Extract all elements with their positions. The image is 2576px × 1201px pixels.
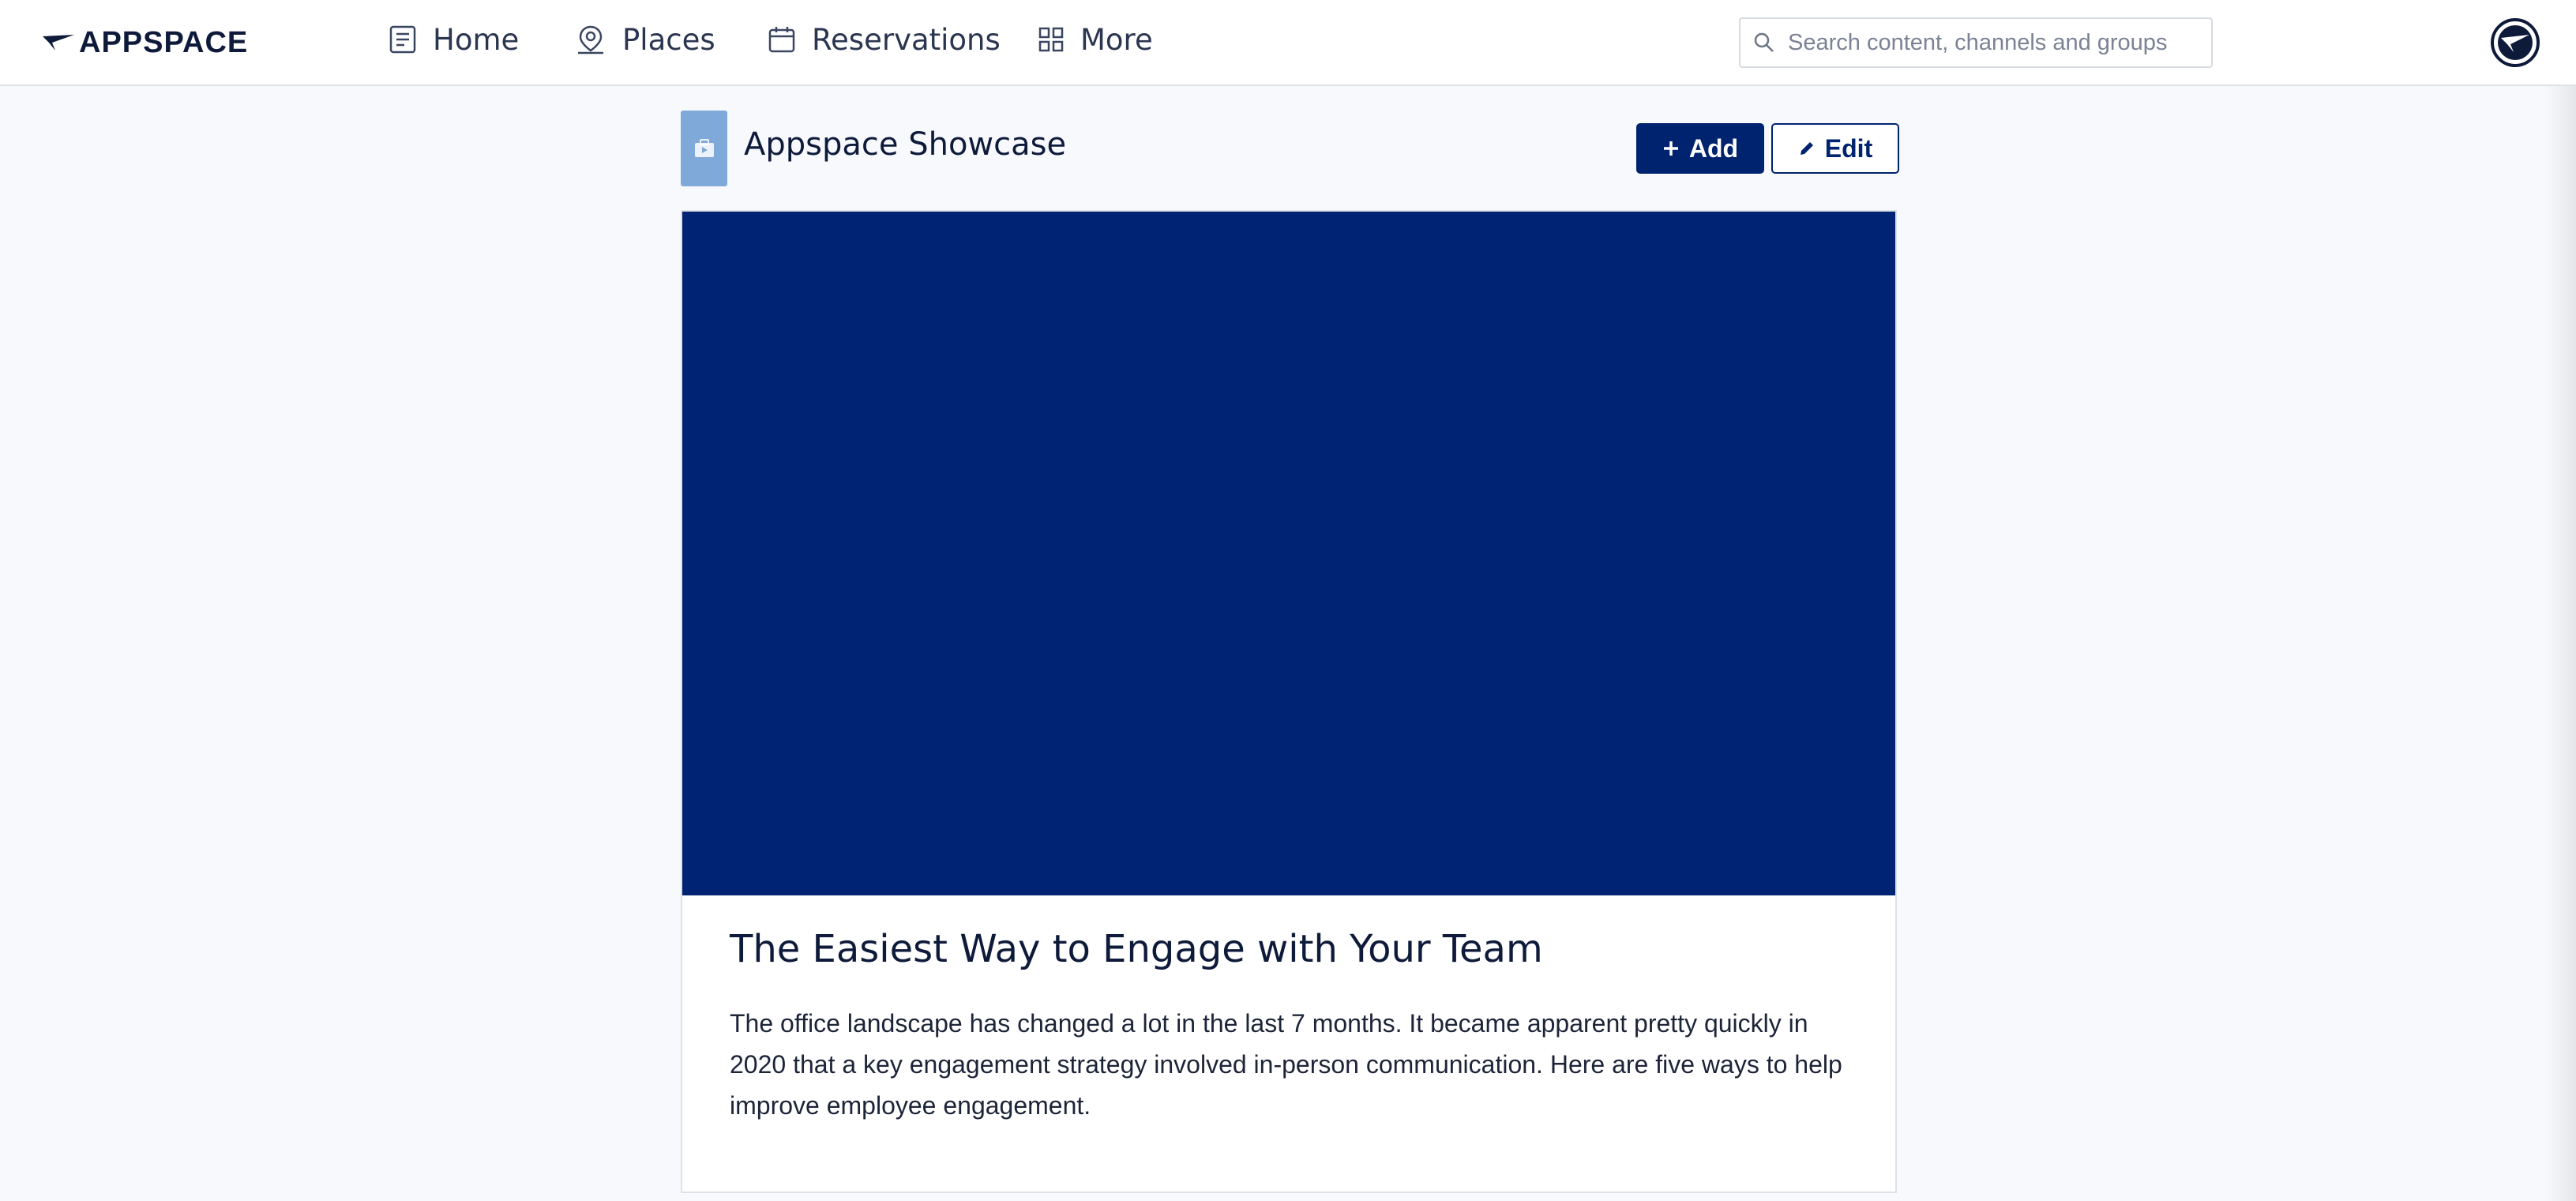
nav-reservations-label: Reservations bbox=[812, 22, 1001, 57]
map-pin-icon bbox=[578, 25, 603, 54]
top-navigation-bar: APPSPACE Home Places Reservations More S… bbox=[0, 0, 2576, 86]
post-body: The office landscape has changed a lot i… bbox=[730, 1009, 1842, 1120]
post-card[interactable]: The Easiest Way to Engage with Your Team… bbox=[681, 210, 1897, 1193]
logo-wordmark: APPSPACE bbox=[79, 25, 249, 59]
grid-icon bbox=[1038, 27, 1064, 52]
edit-button[interactable]: Edit bbox=[1771, 123, 1899, 174]
edit-button-label: Edit bbox=[1824, 133, 1873, 163]
channel-header: Appspace Showcase Add Edit bbox=[681, 111, 1899, 190]
search-box[interactable] bbox=[1739, 17, 2213, 68]
post-title[interactable]: The Easiest Way to Engage with Your Team bbox=[730, 927, 1851, 971]
search-icon bbox=[1754, 32, 1774, 52]
plus-icon bbox=[1663, 141, 1678, 156]
nav-places[interactable]: Places bbox=[575, 17, 715, 62]
nav-reservations[interactable]: Reservations bbox=[768, 17, 1001, 62]
add-button[interactable]: Add bbox=[1636, 123, 1764, 174]
news-icon bbox=[389, 25, 416, 54]
nav-places-label: Places bbox=[622, 22, 715, 57]
search-input[interactable] bbox=[1788, 29, 2199, 56]
avatar-icon bbox=[2491, 18, 2540, 67]
add-button-label: Add bbox=[1688, 133, 1739, 163]
user-avatar[interactable] bbox=[2490, 17, 2540, 68]
nav-home[interactable]: Home bbox=[389, 17, 519, 62]
nav-home-label: Home bbox=[433, 22, 520, 57]
appspace-logo-icon bbox=[43, 35, 74, 51]
channel-video-icon bbox=[694, 139, 714, 157]
nav-more-label: More bbox=[1080, 22, 1153, 57]
channel-thumbnail bbox=[681, 111, 727, 186]
nav-more[interactable]: More bbox=[1038, 17, 1153, 62]
channel-title: Appspace Showcase bbox=[744, 126, 1067, 163]
post-hero-image[interactable] bbox=[682, 212, 1895, 895]
side-panel-shadow bbox=[2544, 86, 2576, 1201]
pencil-icon bbox=[1800, 142, 1813, 155]
calendar-icon bbox=[768, 27, 795, 53]
appspace-logo[interactable]: APPSPACE bbox=[41, 25, 248, 60]
